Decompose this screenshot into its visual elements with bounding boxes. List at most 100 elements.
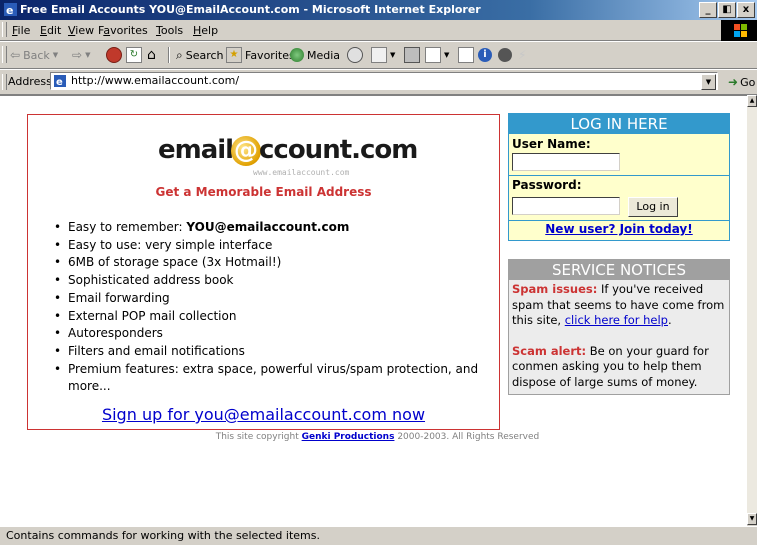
notices-heading: SERVICE NOTICES bbox=[509, 260, 729, 280]
media-button[interactable]: Media bbox=[290, 46, 340, 64]
info-icon: i bbox=[478, 48, 492, 62]
favorites-star-icon: ★ bbox=[226, 47, 242, 63]
forward-button[interactable]: ⇨ ▼ bbox=[72, 46, 90, 64]
password-label: Password: bbox=[512, 178, 582, 192]
logo-at-icon: @ bbox=[231, 136, 261, 166]
address-bar: Address e http://www.emailaccount.com/ ▼… bbox=[0, 69, 757, 95]
mail-button[interactable]: ▼ bbox=[371, 46, 395, 64]
info-button[interactable]: i bbox=[478, 46, 492, 64]
genki-productions-link[interactable]: Genki Productions bbox=[302, 432, 395, 442]
messenger-button[interactable] bbox=[498, 46, 512, 64]
edit-button[interactable]: ▼ bbox=[425, 46, 449, 64]
favorites-button[interactable]: ★ Favorites bbox=[226, 46, 295, 64]
emailaccount-logo: email @ ccount.com www.emailaccount.com bbox=[158, 135, 418, 177]
spam-help-link[interactable]: click here for help bbox=[565, 313, 668, 327]
print-button[interactable] bbox=[404, 46, 420, 64]
username-field[interactable] bbox=[512, 153, 620, 171]
list-item: Autoresponders bbox=[54, 325, 494, 343]
list-item: 6MB of storage space (3x Hotmail!) bbox=[54, 254, 494, 272]
chevron-down-icon: ▼ bbox=[85, 51, 91, 59]
feature-list: Easy to remember: YOU@emailaccount.com E… bbox=[54, 219, 494, 396]
menu-bar: File Edit View Favorites Tools Help bbox=[0, 20, 757, 41]
title-bar: e Free Email Accounts YOU@EmailAccount.c… bbox=[0, 0, 757, 20]
username-label: User Name: bbox=[512, 137, 591, 151]
home-icon: ⌂ bbox=[147, 47, 156, 63]
mail-icon bbox=[371, 47, 387, 63]
tagline: Get a Memorable Email Address bbox=[155, 185, 372, 199]
signup-link[interactable]: Sign up for you@emailaccount.com now bbox=[28, 405, 499, 424]
stop-icon bbox=[106, 47, 122, 63]
home-button[interactable]: ⌂ bbox=[147, 46, 156, 64]
chevron-down-icon: ▼ bbox=[52, 51, 59, 59]
addressbar-grip[interactable] bbox=[2, 74, 7, 90]
menu-help[interactable]: Help bbox=[193, 24, 218, 37]
chevron-down-icon: ▼ bbox=[390, 51, 396, 59]
svg-text:e: e bbox=[6, 4, 13, 16]
scroll-up-button[interactable]: ▲ bbox=[747, 95, 757, 107]
address-input[interactable]: e http://www.emailaccount.com/ ▼ bbox=[50, 72, 718, 90]
svg-text:e: e bbox=[56, 77, 63, 87]
copyright-footer: This site copyright Genki Productions 20… bbox=[215, 432, 540, 442]
back-button[interactable]: ⇦ Back ▼ bbox=[10, 46, 58, 64]
list-item: Sophisticated address book bbox=[54, 272, 494, 290]
go-arrow-icon: ➜ bbox=[728, 75, 739, 89]
list-item: Premium features: extra space, powerful … bbox=[54, 361, 494, 396]
menu-view[interactable]: View bbox=[68, 24, 94, 37]
list-item: Filters and email notifications bbox=[54, 343, 494, 361]
print-icon bbox=[404, 47, 420, 63]
spam-notice: Spam issues: If you've received spam tha… bbox=[512, 282, 725, 327]
lightning-icon: ⚡ bbox=[518, 48, 527, 62]
status-text: Contains commands for working with the s… bbox=[6, 529, 320, 542]
scroll-down-button[interactable]: ▼ bbox=[747, 513, 757, 525]
go-button[interactable]: ➜ Go bbox=[728, 75, 755, 89]
menu-file[interactable]: File bbox=[12, 24, 30, 37]
discuss-icon bbox=[458, 47, 474, 63]
media-icon bbox=[290, 48, 304, 62]
refresh-icon: ↻ bbox=[126, 47, 142, 63]
search-icon: ⌕ bbox=[176, 47, 183, 62]
refresh-button[interactable]: ↻ bbox=[126, 46, 142, 64]
tool-extra-button[interactable]: ⚡ bbox=[518, 46, 526, 64]
address-url: http://www.emailaccount.com/ bbox=[71, 74, 240, 87]
chevron-down-icon: ▼ bbox=[444, 51, 450, 59]
new-user-link[interactable]: New user? Join today! bbox=[509, 222, 729, 236]
back-arrow-icon: ⇦ bbox=[10, 48, 21, 62]
page-icon: e bbox=[54, 75, 66, 87]
discuss-button[interactable] bbox=[458, 46, 474, 64]
messenger-icon bbox=[498, 48, 512, 62]
close-button[interactable]: x bbox=[737, 2, 755, 18]
window-title: Free Email Accounts YOU@EmailAccount.com… bbox=[20, 3, 481, 16]
login-button[interactable]: Log in bbox=[628, 197, 678, 217]
restore-button[interactable]: ◧ bbox=[718, 2, 736, 18]
standard-toolbar: ⇦ Back ▼ ⇨ ▼ ↻ ⌂ ⌕ Search ★ Favorites Media ▼… bbox=[0, 41, 757, 69]
login-panel: LOG IN HERE User Name: Password: Log in … bbox=[508, 113, 730, 241]
menu-edit[interactable]: Edit bbox=[40, 24, 61, 37]
search-button[interactable]: ⌕ Search bbox=[176, 46, 224, 64]
features-panel: email @ ccount.com www.emailaccount.com … bbox=[27, 114, 500, 430]
menubar-grip[interactable] bbox=[2, 22, 7, 37]
history-icon bbox=[347, 47, 363, 63]
address-dropdown-icon[interactable]: ▼ bbox=[701, 74, 716, 90]
list-item: External POP mail collection bbox=[54, 308, 494, 326]
service-notices-panel: SERVICE NOTICES Spam issues: If you've r… bbox=[508, 259, 730, 395]
internet-explorer-icon: e bbox=[4, 3, 17, 16]
login-heading: LOG IN HERE bbox=[509, 114, 729, 134]
menu-tools[interactable]: Tools bbox=[156, 24, 183, 37]
forward-arrow-icon: ⇨ bbox=[72, 48, 83, 62]
windows-logo-icon bbox=[721, 20, 757, 41]
stop-button[interactable] bbox=[106, 46, 122, 64]
minimize-button[interactable]: _ bbox=[699, 2, 717, 18]
toolbar-grip[interactable] bbox=[2, 46, 7, 63]
menu-favorites[interactable]: Favorites bbox=[98, 24, 148, 37]
status-bar: Contains commands for working with the s… bbox=[0, 526, 757, 545]
edit-page-icon bbox=[425, 47, 441, 63]
list-item: Email forwarding bbox=[54, 290, 494, 308]
scam-notice: Scam alert: Be on your guard for conmen … bbox=[512, 343, 709, 389]
list-item: Easy to use: very simple interface bbox=[54, 237, 494, 255]
list-item: Easy to remember: YOU@emailaccount.com bbox=[54, 219, 494, 237]
password-field[interactable] bbox=[512, 197, 620, 215]
vertical-scrollbar[interactable]: ▲ ▼ bbox=[747, 95, 757, 525]
page-viewport: email @ ccount.com www.emailaccount.com … bbox=[0, 95, 747, 526]
address-label: Address bbox=[8, 75, 52, 88]
history-button[interactable] bbox=[347, 46, 363, 64]
